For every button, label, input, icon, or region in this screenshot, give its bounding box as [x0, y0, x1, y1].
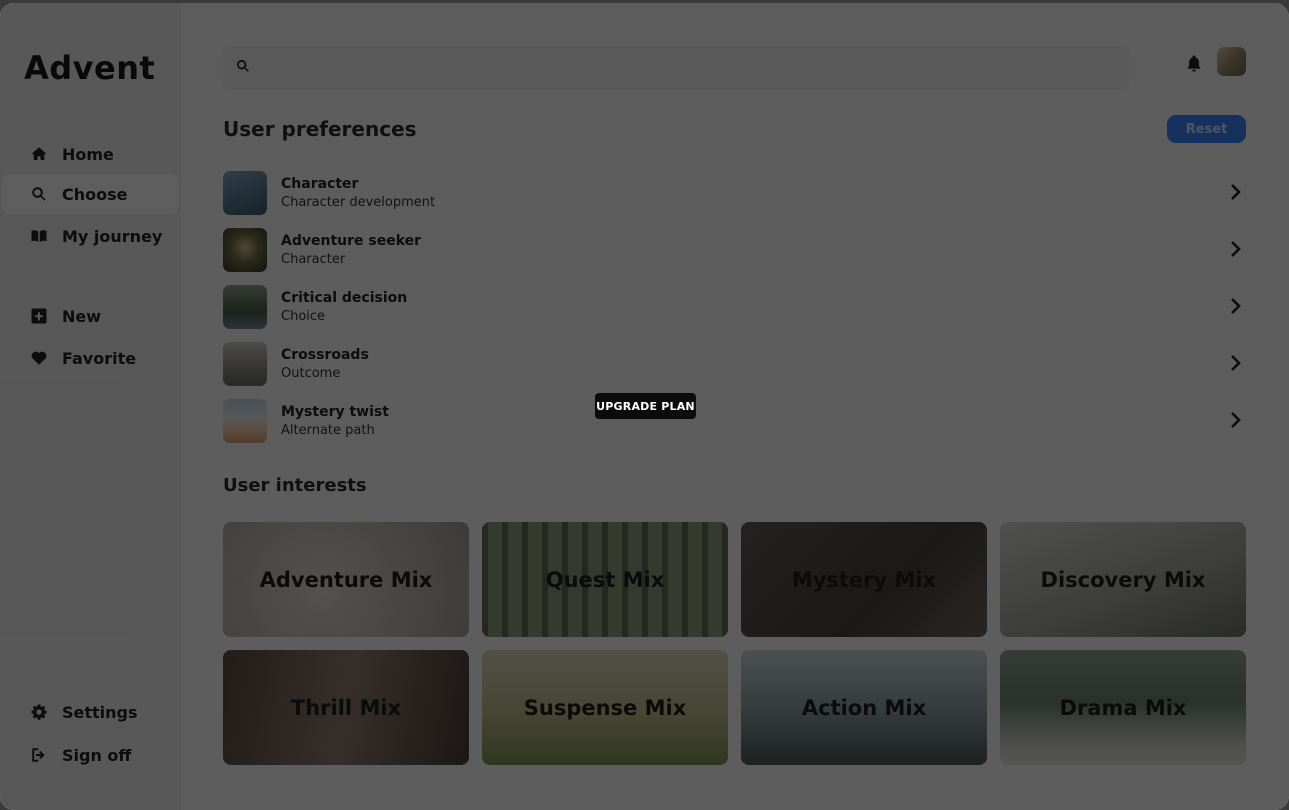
interests-title: User interests [223, 475, 367, 496]
tile-label: Adventure Mix [259, 567, 433, 592]
sidebar-item-label: Choose [62, 184, 128, 204]
preference-subtitle: Choice [281, 308, 326, 324]
sidebar-item-new[interactable]: New [0, 295, 181, 337]
tile-label: Quest Mix [545, 567, 665, 592]
sidebar-item-choose[interactable]: Choose [2, 174, 179, 214]
preference-thumbnail [223, 398, 267, 443]
preference-thumbnail [223, 284, 267, 329]
chevron-right-icon[interactable] [1230, 183, 1242, 201]
preference-thumbnail [223, 341, 267, 386]
interest-tile-drama-mix[interactable]: Drama Mix [1000, 650, 1246, 765]
tile-label: Mystery Mix [791, 567, 937, 592]
interest-tile-suspense-mix[interactable]: Suspense Mix [482, 650, 728, 765]
preferences-title: User preferences [223, 117, 417, 141]
list-item[interactable]: Mystery twist Alternate path [223, 392, 1248, 449]
tile-label: Thrill Mix [290, 695, 402, 720]
list-item[interactable]: Adventure seeker Character [223, 221, 1248, 278]
app-window: Advent Home Choose My journey New Favori… [0, 3, 1289, 810]
chevron-right-icon[interactable] [1230, 240, 1242, 258]
gear-icon [30, 703, 48, 721]
preference-title: Character [281, 175, 359, 192]
sidebar-item-label: New [62, 306, 102, 326]
preference-subtitle: Outcome [281, 365, 341, 381]
interest-tile-thrill-mix[interactable]: Thrill Mix [223, 650, 469, 765]
chevron-right-icon[interactable] [1230, 411, 1242, 429]
list-item[interactable]: Critical decision Choice [223, 278, 1248, 335]
plus-square-icon [30, 307, 48, 325]
preferences-list: Character Character development Adventur… [223, 164, 1248, 449]
sidebar-item-home[interactable]: Home [0, 134, 181, 174]
search-icon [235, 58, 251, 78]
tile-label: Suspense Mix [523, 695, 687, 720]
interest-tile-quest-mix[interactable]: Quest Mix [482, 522, 728, 637]
sidebar-item-label: My journey [62, 226, 163, 246]
interest-tile-mystery-mix[interactable]: Mystery Mix [741, 522, 987, 637]
secondary-nav: New Favorite [0, 295, 181, 379]
sidebar-item-sign-off[interactable]: Sign off [0, 733, 181, 777]
preference-subtitle: Character [281, 251, 346, 267]
avatar[interactable] [1217, 47, 1246, 76]
upgrade-plan-tooltip[interactable]: UPGRADE PLAN [595, 393, 696, 419]
preference-title: Crossroads [281, 346, 369, 363]
interest-tile-action-mix[interactable]: Action Mix [741, 650, 987, 765]
sidebar: Advent Home Choose My journey New Favori… [0, 3, 181, 810]
preference-title: Mystery twist [281, 403, 389, 420]
tile-label: Drama Mix [1059, 695, 1187, 720]
reset-button[interactable]: Reset [1167, 115, 1246, 143]
sidebar-item-label: Favorite [62, 348, 137, 368]
tile-label: Action Mix [801, 695, 927, 720]
bottom-nav: Settings Sign off [0, 691, 181, 777]
home-icon [30, 145, 48, 163]
sidebar-item-my-journey[interactable]: My journey [0, 214, 181, 258]
sign-out-icon [30, 746, 48, 764]
sidebar-item-label: Settings [62, 702, 138, 722]
search-input[interactable] [259, 47, 1129, 89]
chevron-right-icon[interactable] [1230, 354, 1242, 372]
preference-thumbnail [223, 227, 267, 272]
preference-thumbnail [223, 170, 267, 215]
search-bar[interactable] [223, 47, 1129, 89]
interest-tile-adventure-mix[interactable]: Adventure Mix [223, 522, 469, 637]
preference-subtitle: Character development [281, 194, 436, 210]
brand-logo[interactable]: Advent [24, 49, 155, 87]
book-icon [30, 227, 48, 245]
sidebar-item-label: Home [62, 144, 114, 164]
preference-title: Adventure seeker [281, 232, 422, 249]
preference-title: Critical decision [281, 289, 408, 306]
sidebar-item-favorite[interactable]: Favorite [0, 337, 181, 379]
list-item[interactable]: Character Character development [223, 164, 1248, 221]
sidebar-item-settings[interactable]: Settings [0, 691, 181, 733]
preference-subtitle: Alternate path [281, 422, 375, 438]
notification-bell-icon[interactable] [1185, 53, 1203, 73]
chevron-right-icon[interactable] [1230, 297, 1242, 315]
sidebar-item-label: Sign off [62, 745, 132, 765]
interest-tile-discovery-mix[interactable]: Discovery Mix [1000, 522, 1246, 637]
list-item[interactable]: Crossroads Outcome [223, 335, 1248, 392]
tile-label: Discovery Mix [1040, 567, 1206, 592]
heart-icon [30, 349, 48, 367]
search-icon [30, 185, 48, 203]
main-nav: Home Choose My journey [0, 134, 181, 258]
